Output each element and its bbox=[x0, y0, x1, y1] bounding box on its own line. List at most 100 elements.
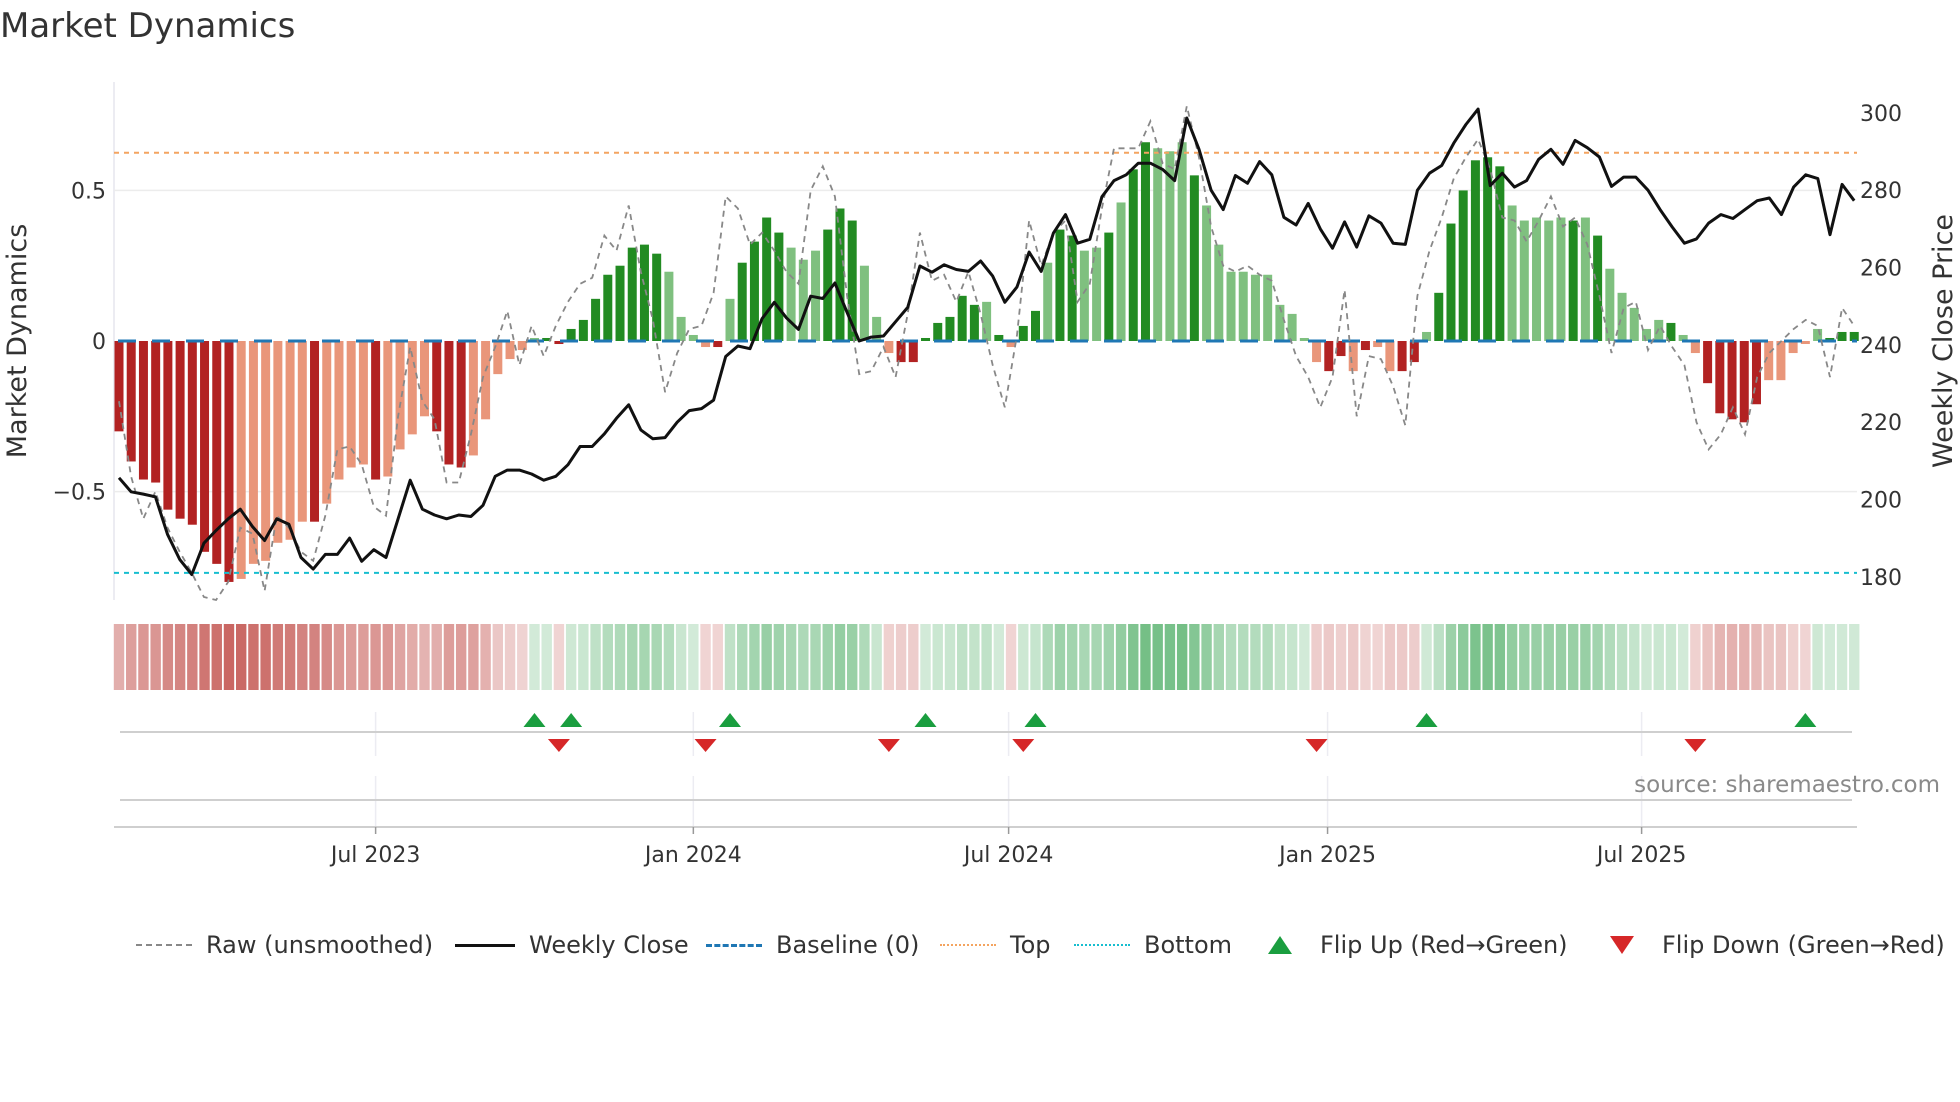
dynamics-bar bbox=[1177, 142, 1187, 341]
flip-up-marker bbox=[1024, 713, 1047, 727]
heat-strip-cell bbox=[590, 624, 601, 690]
heat-strip-cell bbox=[1018, 624, 1029, 690]
heat-strip-cell bbox=[1836, 624, 1848, 690]
dynamics-bar bbox=[1397, 341, 1407, 372]
flip-up-marker bbox=[1415, 713, 1438, 727]
dynamics-bar bbox=[1751, 341, 1761, 405]
dynamics-bar bbox=[1336, 341, 1346, 357]
dynamics-bar bbox=[236, 341, 246, 579]
dynamics-bar bbox=[1348, 341, 1358, 372]
dynamics-bar bbox=[676, 316, 686, 341]
heat-strip-cell bbox=[199, 624, 210, 690]
y-tick-label: 0 bbox=[92, 330, 106, 355]
heat-strip-cell bbox=[565, 624, 577, 690]
legend-item-bottom: Bottom bbox=[1074, 930, 1232, 960]
dynamics-bar bbox=[200, 341, 210, 552]
heat-strip-cell bbox=[1494, 624, 1506, 690]
heat-strip-cell bbox=[993, 624, 1005, 690]
dynamics-bar bbox=[1409, 341, 1419, 363]
heat-strip-cell bbox=[724, 624, 736, 690]
heat-strip-cell bbox=[260, 624, 271, 690]
heat-strip-cell bbox=[407, 624, 418, 690]
dynamics-bar bbox=[371, 341, 381, 480]
dynamics-bar bbox=[1385, 341, 1395, 372]
dynamics-bar bbox=[1360, 341, 1370, 351]
heat-strip-cell bbox=[1812, 624, 1823, 690]
legend-swatch-bottom bbox=[1074, 944, 1130, 946]
heat-strip-cell bbox=[480, 624, 491, 690]
x-tick-label: Jul 2023 bbox=[329, 843, 421, 868]
source-credit: source: sharemaestro.com bbox=[1634, 772, 1940, 798]
dynamics-bar bbox=[1324, 341, 1334, 372]
dynamics-bar bbox=[1617, 292, 1627, 341]
dynamics-bar bbox=[908, 341, 918, 363]
dynamics-bar bbox=[456, 341, 466, 468]
x-tick-label: Jan 2024 bbox=[643, 843, 742, 868]
dynamics-bar bbox=[261, 341, 271, 561]
heat-strip-cell bbox=[1372, 624, 1383, 690]
dynamics-bar bbox=[603, 274, 613, 341]
dynamics-bar bbox=[1739, 341, 1749, 423]
dynamics-bar bbox=[1263, 274, 1273, 341]
heat-strip-cell bbox=[1189, 624, 1200, 690]
heat-strip-cell bbox=[333, 624, 345, 690]
dynamics-bar bbox=[1788, 341, 1798, 354]
heat-strip-cell bbox=[1482, 624, 1493, 690]
dynamics-bar bbox=[175, 341, 185, 519]
heat-strip-cell bbox=[1433, 624, 1444, 690]
dynamics-bar bbox=[383, 341, 393, 477]
heat-strip-cell bbox=[1445, 624, 1457, 690]
heat-strip-cell bbox=[443, 624, 455, 690]
flip-up-marker bbox=[914, 713, 937, 727]
heat-strip-cell bbox=[871, 624, 882, 690]
heat-strip-cell bbox=[309, 624, 320, 690]
dynamics-bar bbox=[1568, 220, 1578, 341]
heat-strip-cell bbox=[394, 624, 406, 690]
dynamics-bar bbox=[1642, 328, 1651, 341]
heat-strip-cell bbox=[810, 624, 821, 690]
heat-strip-cell bbox=[431, 624, 442, 690]
heat-strip-cell bbox=[1421, 624, 1432, 690]
dynamics-bar bbox=[322, 341, 332, 504]
heat-strip-cell bbox=[1250, 624, 1261, 690]
heat-strip-cell bbox=[1042, 624, 1053, 690]
legend-swatch-top bbox=[940, 944, 996, 946]
heat-strip-cell bbox=[1299, 624, 1310, 690]
dynamics-bar bbox=[1434, 292, 1444, 341]
heat-strip-cell bbox=[1653, 624, 1664, 690]
y2-tick-label: 300 bbox=[1860, 102, 1902, 127]
dynamics-bar bbox=[1458, 190, 1468, 341]
heat-strip-cell bbox=[1348, 624, 1359, 690]
heat-strip-cell bbox=[248, 624, 259, 690]
dynamics-bar bbox=[921, 337, 931, 341]
heat-strip-cell bbox=[126, 624, 137, 690]
flip-down-marker bbox=[1012, 739, 1035, 752]
heat-strip-cell bbox=[1580, 624, 1591, 690]
legend-item-top: Top bbox=[940, 930, 1051, 960]
heat-strip-cell bbox=[663, 624, 675, 690]
dynamics-bar bbox=[1116, 202, 1126, 341]
heat-strip-cell bbox=[468, 624, 479, 690]
dynamics-bar bbox=[1532, 217, 1542, 341]
heat-strip-cell bbox=[847, 624, 858, 690]
dynamics-bar bbox=[1287, 313, 1297, 341]
heat-strip-cell bbox=[1616, 624, 1628, 690]
dynamics-bar bbox=[1507, 205, 1517, 341]
dynamics-bar bbox=[1055, 229, 1065, 341]
heat-strip-cell bbox=[1335, 624, 1347, 690]
heat-strip-cell bbox=[688, 624, 699, 690]
legend-label: Raw (unsmoothed) bbox=[206, 931, 434, 959]
legend-label: Bottom bbox=[1144, 931, 1233, 959]
legend-label: Flip Up (Red→Green) bbox=[1320, 931, 1568, 959]
dynamics-bar bbox=[823, 229, 833, 341]
dynamics-bar bbox=[1800, 341, 1810, 345]
flip-up-marker bbox=[523, 713, 546, 727]
y2-tick-label: 200 bbox=[1860, 488, 1902, 513]
dynamics-bar bbox=[1495, 166, 1505, 341]
dynamics-bar bbox=[444, 341, 454, 465]
heat-strip-cell bbox=[1800, 624, 1811, 690]
heat-strip-cell bbox=[492, 624, 504, 690]
heat-strip-cell bbox=[1775, 624, 1787, 690]
dynamics-bar bbox=[1275, 304, 1285, 341]
dynamics-bar bbox=[310, 341, 320, 522]
